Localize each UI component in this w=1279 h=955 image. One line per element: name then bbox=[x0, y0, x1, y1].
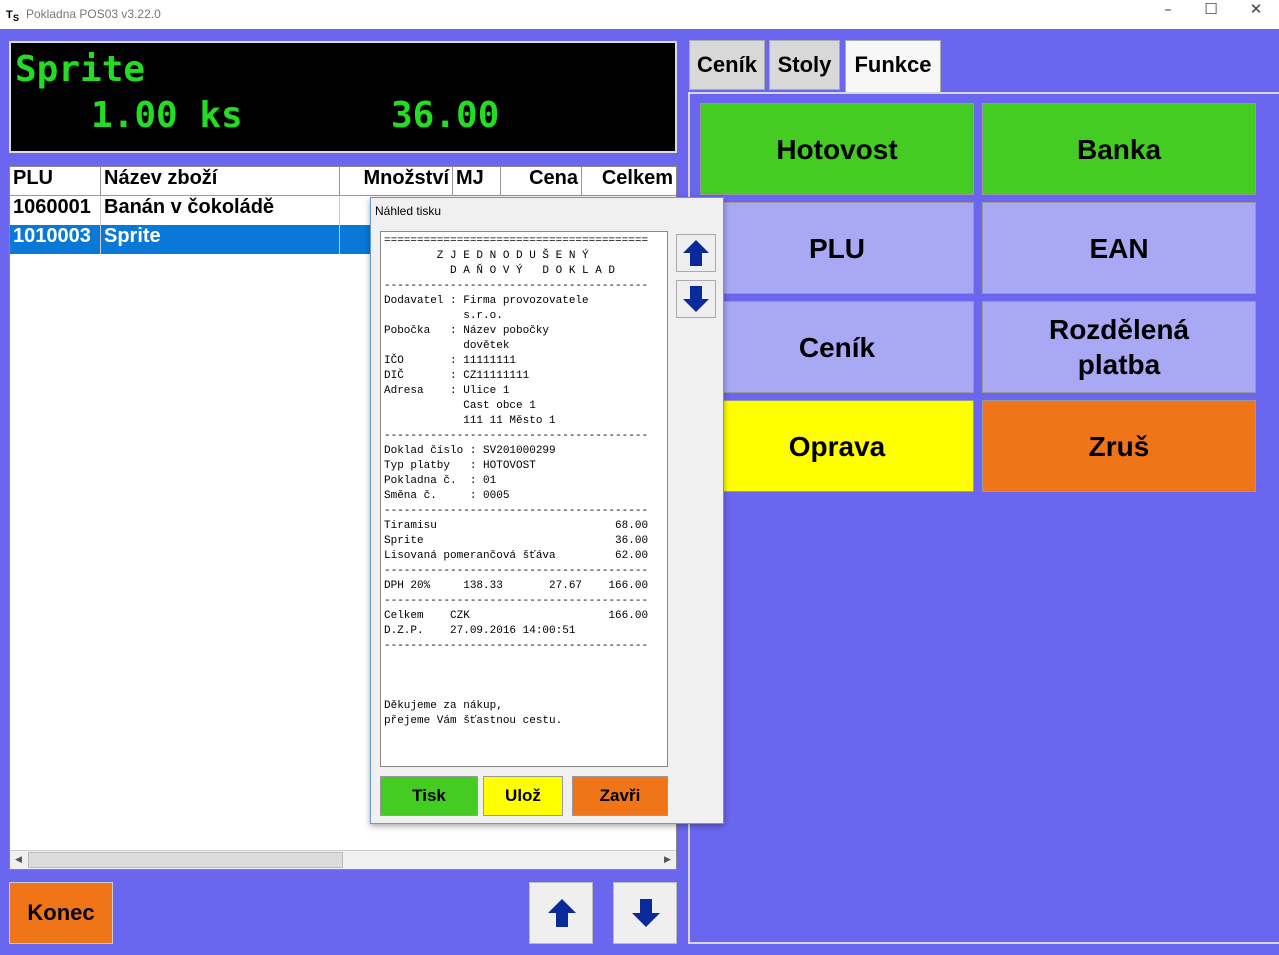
display-price: 36.00 bbox=[391, 95, 500, 136]
scroll-left-icon[interactable]: ◀ bbox=[10, 851, 27, 869]
scroll-up-button[interactable] bbox=[529, 882, 593, 944]
arrow-up-icon bbox=[548, 899, 576, 927]
uloz-button[interactable]: Ulož bbox=[483, 776, 563, 816]
column-header-unit[interactable]: MJ bbox=[453, 167, 501, 196]
dialog-title: Náhled tisku bbox=[375, 204, 442, 218]
tisk-button[interactable]: Tisk bbox=[380, 776, 478, 816]
close-icon[interactable]: ✕ bbox=[1233, 0, 1279, 29]
hotovost-button[interactable]: Hotovost bbox=[700, 103, 974, 195]
column-header-name[interactable]: Název zboží bbox=[101, 167, 340, 196]
column-header-quantity[interactable]: Množství bbox=[340, 167, 453, 196]
scroll-right-icon[interactable]: ▶ bbox=[659, 851, 676, 869]
app-icon: TS bbox=[6, 6, 22, 23]
arrow-down-icon bbox=[683, 286, 709, 312]
column-header-price[interactable]: Cena bbox=[501, 167, 582, 196]
ean-button[interactable]: EAN bbox=[982, 202, 1256, 294]
svg-text:T: T bbox=[6, 9, 13, 21]
oprava-button[interactable]: Oprava bbox=[700, 400, 974, 492]
receipt-text: ========================================… bbox=[384, 235, 649, 727]
plu-button[interactable]: PLU bbox=[700, 202, 974, 294]
display-quantity: 1.00 ks bbox=[91, 95, 243, 136]
tab-stoly[interactable]: Stoly bbox=[769, 40, 840, 90]
tab-cenik[interactable]: Ceník bbox=[689, 40, 765, 90]
window-title: Pokladna POS03 v3.22.0 bbox=[26, 7, 161, 21]
horizontal-scrollbar[interactable]: ◀ ▶ bbox=[10, 850, 676, 869]
display-item-name: Sprite bbox=[15, 49, 146, 90]
print-preview-dialog: Náhled tisku ===========================… bbox=[370, 197, 724, 824]
cell-plu: 1060001 bbox=[10, 196, 101, 225]
table-header: PLU Název zboží Množství MJ Cena Celkem bbox=[10, 167, 676, 196]
minimize-icon[interactable]: – bbox=[1145, 0, 1191, 29]
cell-name: Banán v čokoládě bbox=[101, 196, 340, 225]
zrus-button[interactable]: Zruš bbox=[982, 400, 1256, 492]
scrollbar-thumb[interactable] bbox=[28, 852, 343, 868]
title-bar: TS Pokladna POS03 v3.22.0 – ☐ ✕ bbox=[0, 0, 1279, 29]
receipt-scroll-up-button[interactable] bbox=[676, 234, 716, 272]
receipt-scroll-down-button[interactable] bbox=[676, 280, 716, 318]
cenik-button[interactable]: Ceník bbox=[700, 301, 974, 393]
arrow-up-icon bbox=[683, 240, 709, 266]
column-header-total[interactable]: Celkem bbox=[582, 167, 676, 196]
cell-plu: 1010003 bbox=[10, 225, 101, 254]
konec-button[interactable]: Konec bbox=[9, 882, 113, 944]
scroll-down-button[interactable] bbox=[613, 882, 677, 944]
item-display: Sprite 1.00 ks 36.00 bbox=[9, 41, 677, 153]
tab-funkce[interactable]: Funkce bbox=[845, 40, 941, 92]
rozdelena-platba-button[interactable]: Rozdělená platba bbox=[982, 301, 1256, 393]
banka-button[interactable]: Banka bbox=[982, 103, 1256, 195]
column-header-plu[interactable]: PLU bbox=[10, 167, 101, 196]
receipt-preview[interactable]: ========================================… bbox=[380, 231, 668, 767]
svg-text:S: S bbox=[13, 13, 19, 22]
maximize-icon[interactable]: ☐ bbox=[1188, 0, 1234, 29]
cell-name: Sprite bbox=[101, 225, 340, 254]
zavri-button[interactable]: Zavři bbox=[572, 776, 668, 816]
arrow-down-icon bbox=[632, 899, 660, 927]
